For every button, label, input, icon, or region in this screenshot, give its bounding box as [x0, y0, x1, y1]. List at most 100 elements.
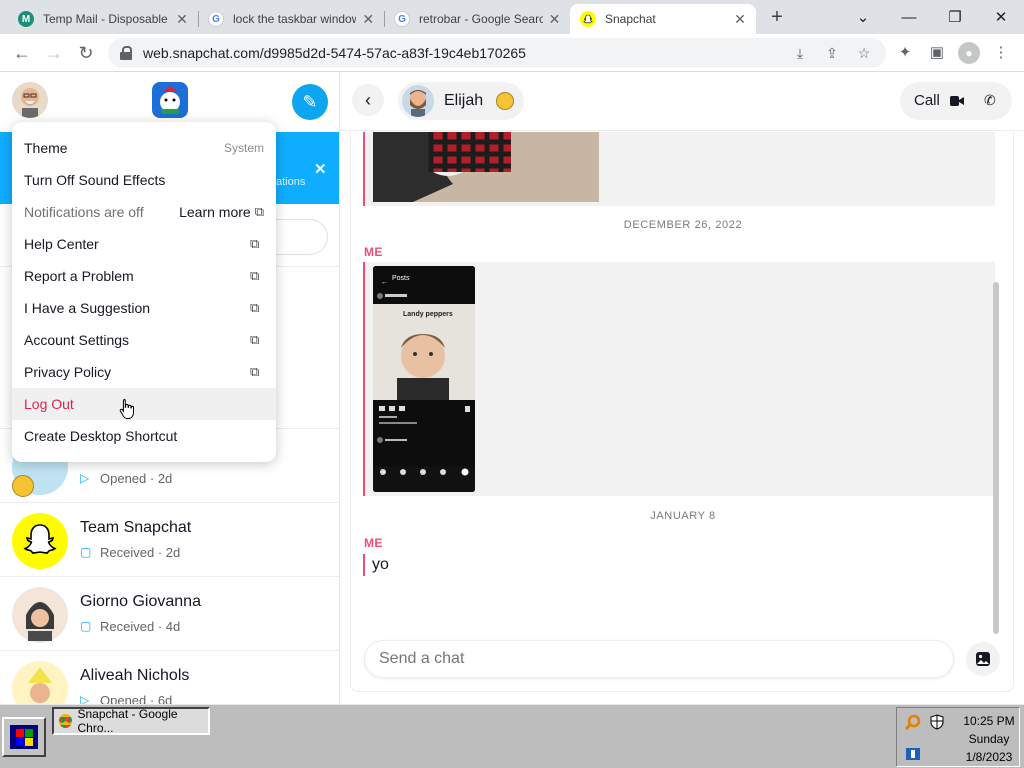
- new-tab-button[interactable]: +: [766, 6, 788, 28]
- tab-title: Temp Mail - Disposable: [43, 12, 168, 26]
- menu-item-privacy-policy[interactable]: Privacy Policy ⧉: [12, 356, 276, 388]
- media-message[interactable]: ← Posts Landy peppers: [363, 262, 995, 496]
- clock-day: Sunday: [968, 732, 1010, 746]
- reload-icon[interactable]: ↻: [74, 41, 98, 65]
- menu-item-desktop-shortcut[interactable]: Create Desktop Shortcut: [12, 420, 276, 452]
- chrome-menu-icon[interactable]: ⋮: [990, 42, 1012, 64]
- close-tab-icon[interactable]: ✕: [360, 11, 376, 27]
- network-icon[interactable]: [905, 746, 921, 762]
- security-shield-icon[interactable]: [929, 714, 945, 730]
- install-app-icon[interactable]: ⤓: [790, 43, 810, 63]
- close-tab-icon[interactable]: ✕: [547, 11, 562, 27]
- sent-arrow-icon: ▷: [80, 693, 90, 705]
- external-link-icon: ⧉: [250, 332, 260, 347]
- settings-menu: Theme System Turn Off Sound Effects Noti…: [12, 122, 276, 462]
- chat-list-panel: ✎ ✕ ations ▷ Opened · 2d Team Snapchat ▢…: [0, 72, 340, 704]
- browser-tab-strip: M Temp Mail - Disposable ✕ G lock the ta…: [0, 0, 1024, 34]
- bookmark-star-icon[interactable]: ☆: [854, 43, 874, 63]
- menu-item-help-center[interactable]: Help Center ⧉: [12, 228, 276, 260]
- chat-row[interactable]: Giorno Giovanna ▢ Received · 4d: [0, 576, 339, 650]
- close-window-button[interactable]: ✕: [978, 0, 1024, 34]
- conversation-panel: ‹ Elijah Call ✆ DECEMBER 26, 2022 ME ← P…: [340, 72, 1024, 704]
- learn-more-link[interactable]: Learn more ⧉: [179, 204, 264, 220]
- browser-tab-snapchat[interactable]: Snapchat ✕: [570, 4, 756, 34]
- clock-time[interactable]: 10:25 PM: [959, 714, 1019, 728]
- tab-title: retrobar - Google Search: [419, 12, 544, 26]
- new-chat-button[interactable]: ✎: [292, 84, 328, 120]
- sender-label: ME: [364, 536, 383, 550]
- chat-status: ▷ Opened · 6d: [80, 693, 172, 704]
- instagram-screenshot[interactable]: ← Posts Landy peppers: [373, 266, 475, 492]
- forward-arrow-icon[interactable]: →: [42, 41, 66, 65]
- external-link-icon: ⧉: [250, 364, 260, 379]
- phone-icon[interactable]: ✆: [984, 92, 996, 109]
- search-magnifier-icon[interactable]: [905, 714, 921, 730]
- tab-search-icon[interactable]: ⌄: [840, 0, 886, 34]
- back-button[interactable]: ‹: [352, 84, 384, 116]
- external-link-icon: ⧉: [254, 204, 264, 219]
- minimize-button[interactable]: —: [886, 0, 932, 34]
- svg-text:←: ←: [381, 279, 388, 286]
- chat-row[interactable]: Team Snapchat ▢ Received · 2d: [0, 502, 339, 576]
- menu-item-report-problem[interactable]: Report a Problem ⧉: [12, 260, 276, 292]
- scrollbar[interactable]: [993, 282, 999, 634]
- start-button[interactable]: [2, 717, 46, 757]
- extensions-puzzle-icon[interactable]: ✦: [894, 42, 916, 64]
- browser-tab-lock-taskbar[interactable]: G lock the taskbar window ✕: [198, 4, 384, 34]
- contact-header[interactable]: Elijah: [398, 82, 524, 120]
- profile-avatar-icon[interactable]: ●: [958, 42, 980, 64]
- share-icon[interactable]: ⇪: [822, 43, 842, 63]
- google-icon: G: [394, 11, 410, 27]
- chat-bubble-icon: ▢: [80, 619, 92, 633]
- browser-tab-tempmail[interactable]: M Temp Mail - Disposable ✕: [8, 4, 198, 34]
- team-snapchat-avatar: [12, 513, 68, 569]
- chat-name: Giorno Giovanna: [80, 593, 201, 610]
- url-text[interactable]: web.snapchat.com/d9985d2d-5474-57ac-a83f…: [143, 45, 526, 61]
- contact-avatar: [402, 85, 434, 117]
- search-input[interactable]: [270, 219, 328, 255]
- menu-item-log-out[interactable]: Log Out: [12, 388, 276, 420]
- my-bitmoji-avatar[interactable]: [12, 82, 48, 118]
- menu-item-account-settings[interactable]: Account Settings ⧉: [12, 324, 276, 356]
- friend-avatar: [12, 661, 68, 704]
- external-link-icon: ⧉: [250, 236, 260, 251]
- menu-item-theme[interactable]: Theme System: [12, 132, 276, 164]
- text-message: yo: [363, 554, 389, 576]
- call-label: Call: [914, 92, 940, 109]
- video-call-icon[interactable]: [950, 95, 964, 107]
- message-thread: DECEMBER 26, 2022 ME ← Posts Landy peppe…: [350, 132, 1014, 692]
- taskbar-chrome-window[interactable]: Snapchat - Google Chro...: [52, 707, 210, 735]
- system-tray: 10:25 PM Sunday 1/8/2023: [896, 707, 1020, 767]
- close-tab-icon[interactable]: ✕: [174, 11, 190, 27]
- lock-icon[interactable]: [119, 46, 133, 60]
- chat-status: ▢ Received · 4d: [80, 619, 181, 634]
- media-message[interactable]: [363, 132, 995, 206]
- screenshot-caption: Landy peppers: [403, 311, 453, 318]
- address-bar[interactable]: web.snapchat.com/d9985d2d-5474-57ac-a83f…: [108, 38, 886, 68]
- contact-name: Elijah: [444, 92, 484, 109]
- chat-status: ▢ Received · 2d: [80, 545, 181, 560]
- menu-item-suggestion[interactable]: I Have a Suggestion ⧉: [12, 292, 276, 324]
- external-link-icon: ⧉: [250, 300, 260, 315]
- browser-tab-retrobar[interactable]: G retrobar - Google Search ✕: [384, 4, 570, 34]
- close-icon[interactable]: ✕: [314, 160, 327, 178]
- back-arrow-icon[interactable]: ←: [10, 41, 34, 65]
- screenshot-title: Posts: [392, 275, 410, 282]
- gallery-button[interactable]: [966, 642, 1000, 676]
- menu-item-sound-effects[interactable]: Turn Off Sound Effects: [12, 164, 276, 196]
- windows-logo-icon: [10, 725, 38, 749]
- call-button[interactable]: Call ✆: [900, 82, 1012, 120]
- snap-photo[interactable]: [373, 132, 599, 202]
- grimace-emoji-icon: [496, 92, 514, 110]
- friend-avatar: [12, 587, 68, 643]
- send-chat-input[interactable]: [364, 640, 954, 678]
- banner-text: ations: [276, 176, 306, 188]
- date-separator: JANUARY 8: [650, 510, 716, 522]
- chat-row[interactable]: Aliveah Nichols ▷ Opened · 6d: [0, 650, 339, 704]
- restore-button[interactable]: ❐: [932, 0, 978, 34]
- chat-name: Aliveah Nichols: [80, 667, 190, 684]
- side-panel-icon[interactable]: ▣: [926, 42, 948, 64]
- friend-emoji-icon: [12, 475, 34, 497]
- snapchat-icon: [580, 11, 596, 27]
- close-tab-icon[interactable]: ✕: [732, 11, 748, 27]
